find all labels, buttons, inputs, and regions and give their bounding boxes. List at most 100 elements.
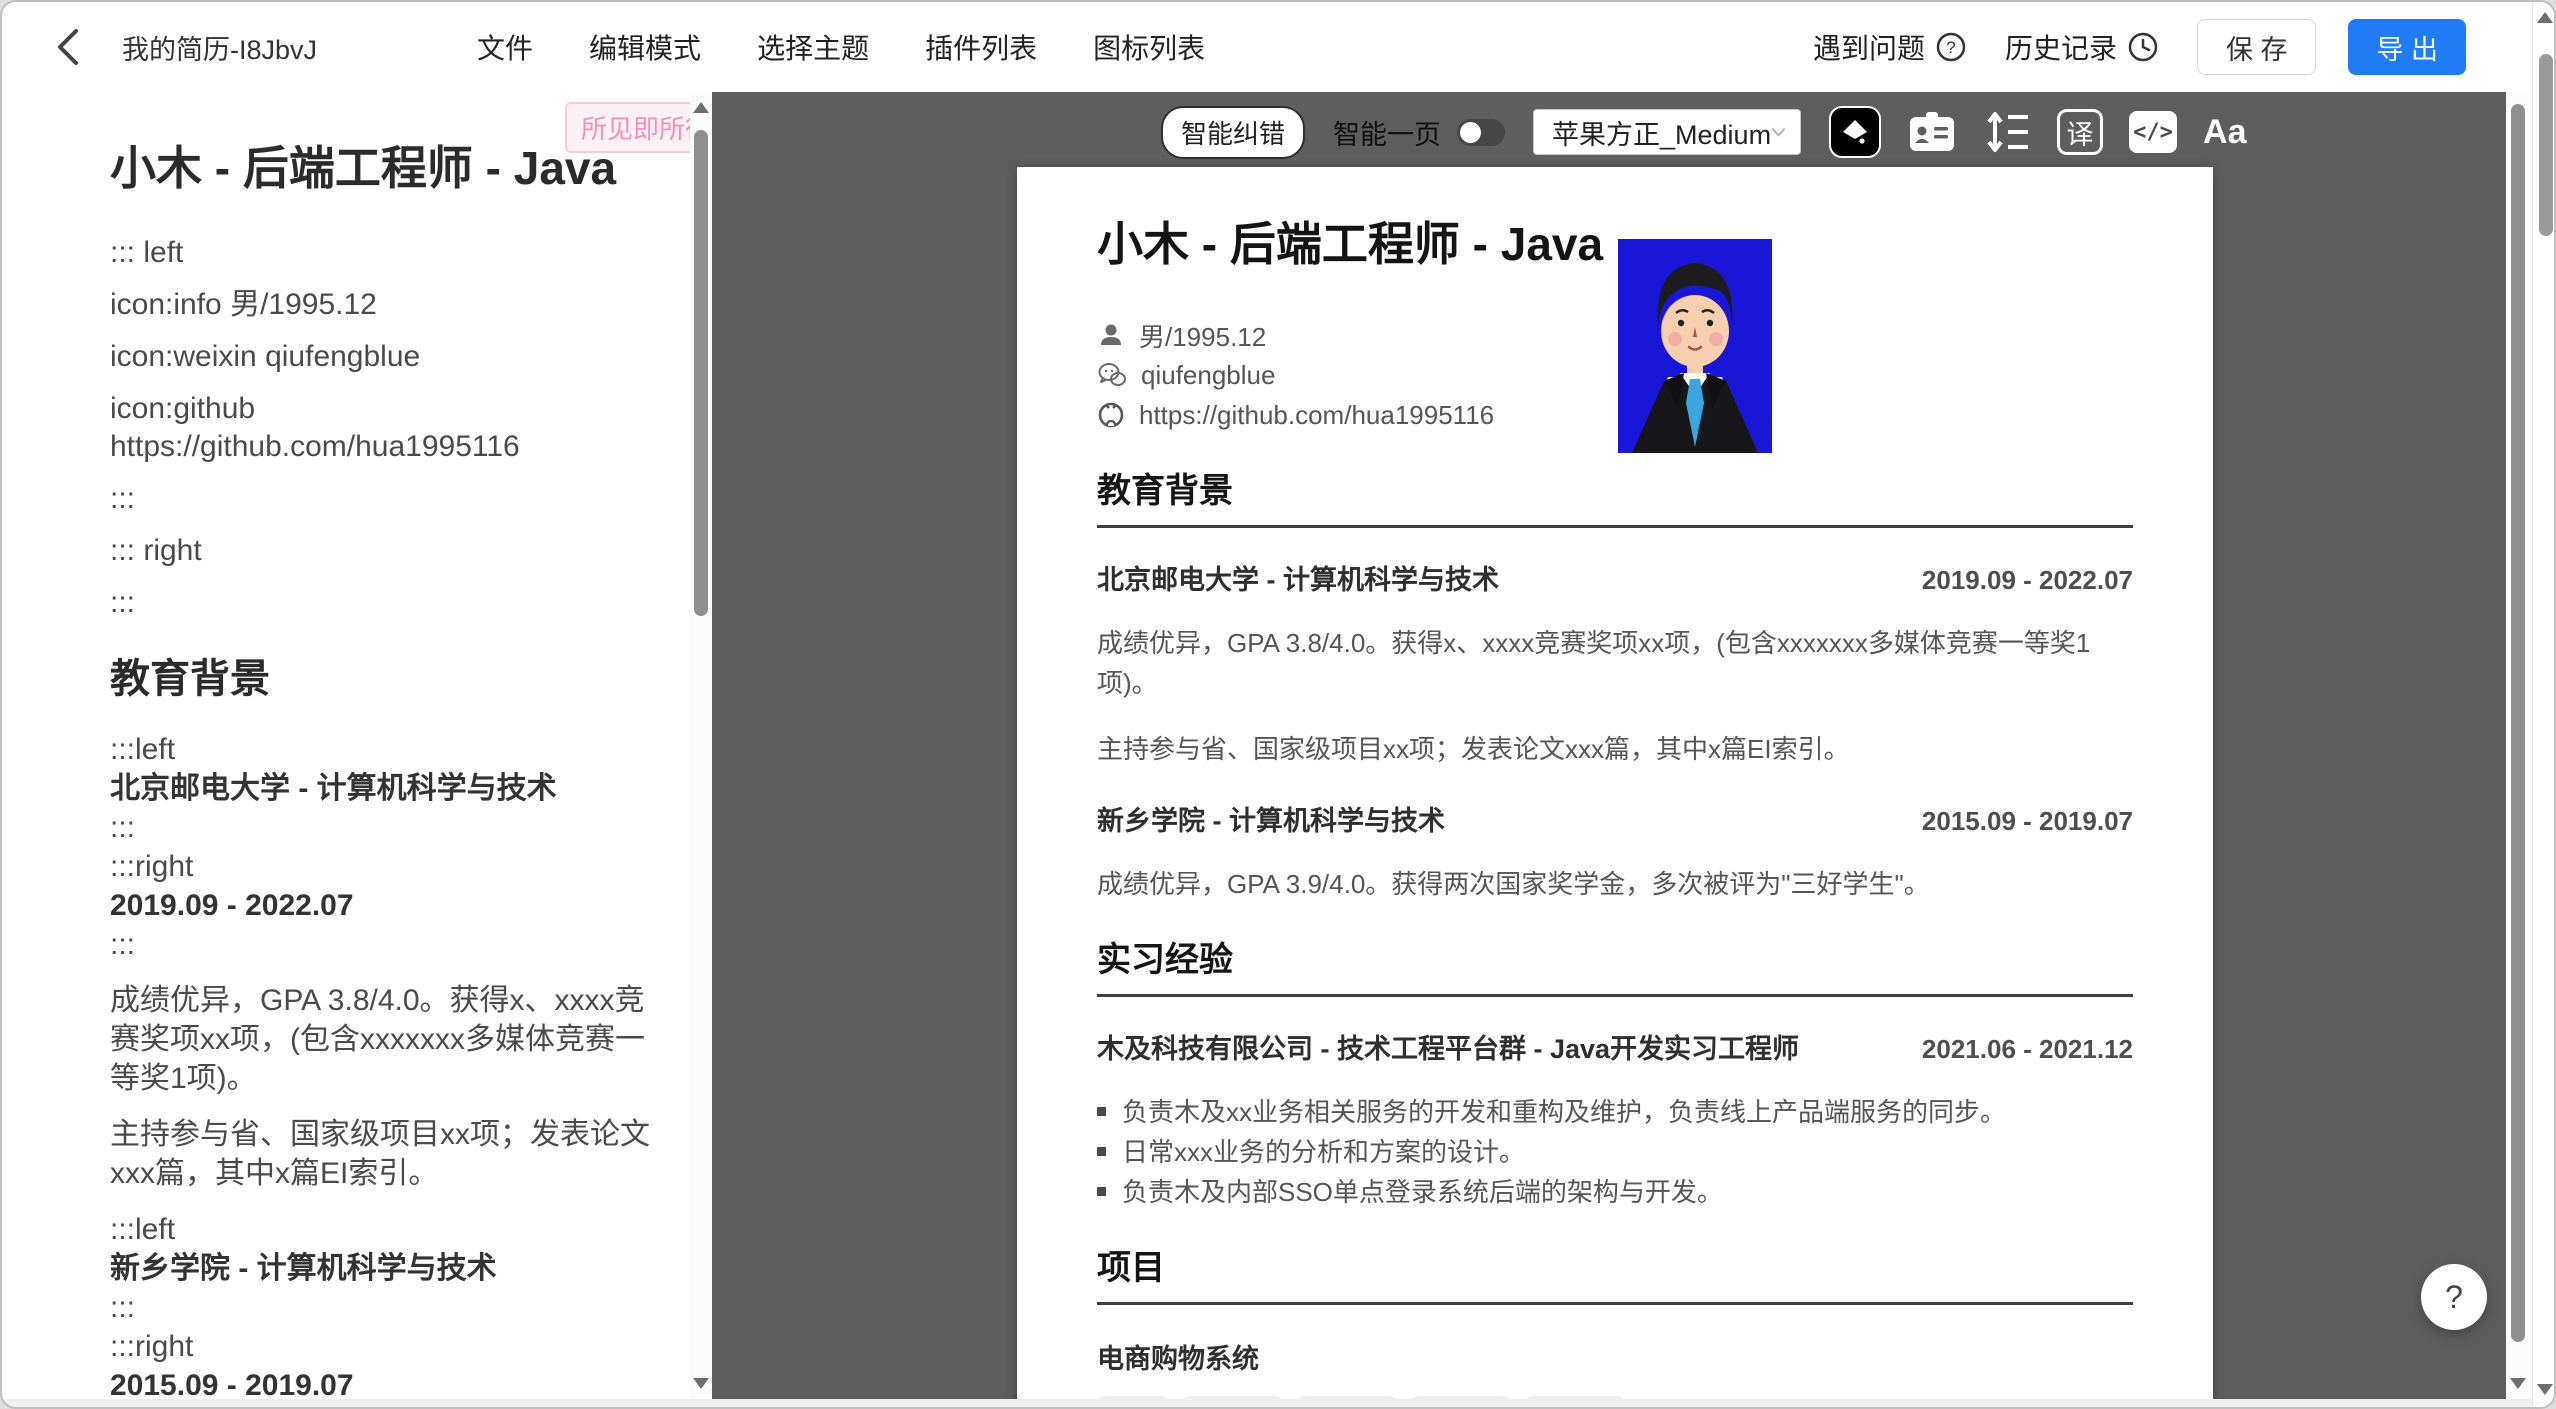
contact-card-icon <box>1907 109 1957 155</box>
editor-line[interactable]: :::left <box>110 730 655 769</box>
topbar-right: 遇到问题 ? 历史记录 保 存 导 出 <box>1813 19 2556 75</box>
autocorrect-button[interactable]: 智能纠错 <box>1161 106 1305 159</box>
square-bullet-icon <box>1097 1147 1106 1156</box>
entry-date: 2015.09 - 2019.07 <box>1922 806 2133 837</box>
menu-item-icons[interactable]: 图标列表 <box>1093 27 1205 67</box>
entry-paragraph: 成绩优异，GPA 3.8/4.0。获得x、xxxx竞赛奖项xx项，(包含xxxx… <box>1097 623 2133 703</box>
editor-line[interactable]: 主持参与省、国家级项目xx项；发表论文xxx篇，其中x篇EI索引。 <box>110 1115 655 1193</box>
scroll-down-icon[interactable] <box>693 1378 709 1389</box>
menu-item-edit-mode[interactable]: 编辑模式 <box>589 27 701 67</box>
preview-scrollbar[interactable] <box>2506 92 2530 1403</box>
editor-line[interactable]: ::: right <box>110 532 655 570</box>
history-label: 历史记录 <box>2005 27 2117 67</box>
editor-line[interactable]: 2019.09 - 2022.07 <box>110 886 655 925</box>
editor-line[interactable]: ::: <box>110 1288 655 1327</box>
help-button[interactable]: ? <box>2421 1264 2487 1330</box>
contact-row: 男/1995.12 <box>1097 315 2133 355</box>
scroll-up-icon[interactable] <box>693 102 709 113</box>
font-select-value: 苹果方正_Medium <box>1552 113 1771 152</box>
window-scrollbar[interactable] <box>2532 2 2556 1409</box>
entry-date: 2021.06 - 2021.12 <box>1922 1034 2133 1065</box>
editor-line[interactable]: ::: <box>110 584 655 622</box>
feedback-link[interactable]: 遇到问题 ? <box>1813 27 1967 67</box>
editor-line[interactable]: 2015.09 - 2019.07 <box>110 1366 655 1403</box>
editor-scrollbar[interactable] <box>690 92 712 1403</box>
entry-paragraph: 成绩优异，GPA 3.9/4.0。获得两次国家奖学金，多次被评为"三好学生"。 <box>1097 864 2133 904</box>
editor-scrollbar-thumb[interactable] <box>694 130 708 616</box>
section-heading: 实习经验 <box>1097 938 2133 997</box>
editor-line[interactable]: icon:info 男/1995.12 <box>110 286 655 324</box>
chevron-left-icon <box>55 27 81 67</box>
bullet-item: 负责木及xx业务相关服务的开发和重构及维护，负责线上产品端服务的同步。 <box>1097 1092 2133 1132</box>
translate-button[interactable]: 译 <box>2057 109 2103 155</box>
onepage-toggle[interactable] <box>1457 119 1505 146</box>
menu-item-plugins[interactable]: 插件列表 <box>925 27 1037 67</box>
translate-icon: 译 <box>2057 109 2103 155</box>
section-education: 教育背景 北京邮电大学 - 计算机科学与技术 2019.09 - 2022.07… <box>1097 469 2133 904</box>
editor-line[interactable]: 成绩优异，GPA 3.8/4.0。获得x、xxxx竞赛奖项xx项，(包含xxxx… <box>110 981 655 1098</box>
editor-line[interactable]: icon:github https://github.com/hua199511… <box>110 390 655 466</box>
section-heading: 教育背景 <box>1097 469 2133 528</box>
contact-text: https://github.com/hua1995116 <box>1139 400 1494 431</box>
resume-contact: 男/1995.12 qiufengblue https://github.com… <box>1097 315 2133 435</box>
onepage-control: 智能一页 <box>1333 113 1505 152</box>
menu-item-theme[interactable]: 选择主题 <box>757 27 869 67</box>
preview-panel: 智能纠错 智能一页 苹果方正_Medium 译 <box>712 92 2506 1403</box>
scroll-down-icon[interactable] <box>2537 1384 2553 1395</box>
back-button[interactable] <box>48 27 88 67</box>
feedback-label: 遇到问题 <box>1813 27 1925 67</box>
export-button[interactable]: 导 出 <box>2348 19 2466 75</box>
editor-line[interactable]: 北京邮电大学 - 计算机科学与技术 <box>110 769 655 808</box>
window-scrollbar-thumb[interactable] <box>2539 54 2553 236</box>
preview-scrollbar-thumb[interactable] <box>2511 104 2525 1342</box>
question-circle-icon: ? <box>1935 31 1967 63</box>
editor-line[interactable]: ::: <box>110 925 655 964</box>
menu-item-file[interactable]: 文件 <box>477 27 533 67</box>
font-icon: Aa <box>2203 113 2246 152</box>
contact-card-button[interactable] <box>1907 109 1957 155</box>
section-projects: 项目 电商购物系统 SSM MySQL Redis Nginx Mycat 项目… <box>1097 1246 2133 1403</box>
editor-line[interactable]: ::: <box>110 808 655 847</box>
internship-entry: 木及科技有限公司 - 技术工程平台群 - Java开发实习工程师 2021.06… <box>1097 1027 2133 1066</box>
font-size-button[interactable]: Aa <box>2203 113 2246 152</box>
history-link[interactable]: 历史记录 <box>2005 27 2159 67</box>
contact-text: qiufengblue <box>1141 360 1275 391</box>
save-button[interactable]: 保 存 <box>2197 19 2317 75</box>
code-icon: </> <box>2129 111 2177 153</box>
entry-title: 新乡学院 - 计算机科学与技术 <box>1097 799 1445 838</box>
editor-line[interactable]: ::: left <box>110 234 655 272</box>
theme-color-button[interactable] <box>1829 106 1881 158</box>
wechat-icon <box>1097 361 1127 389</box>
editor-h2-education[interactable]: 教育背景 <box>110 652 655 706</box>
preview-tool-icons: 译 </> Aa <box>1829 106 2246 158</box>
scroll-down-icon[interactable] <box>2510 1378 2526 1389</box>
document-title: 我的简历-I8JbvJ <box>122 28 317 67</box>
editor-line[interactable]: icon:weixin qiufengblue <box>110 338 655 376</box>
github-icon <box>1097 401 1125 429</box>
line-spacing-button[interactable] <box>1983 110 2031 154</box>
bottom-edge-strip <box>2 1399 2532 1407</box>
bullet-item: 日常xxx业务的分析和方案的设计。 <box>1097 1132 2133 1172</box>
contact-text: 男/1995.12 <box>1139 317 1266 354</box>
svg-text:?: ? <box>1946 38 1955 57</box>
education-entry: 新乡学院 - 计算机科学与技术 2015.09 - 2019.07 <box>1097 799 2133 838</box>
editor-content[interactable]: 小木 - 后端工程师 - Java ::: left icon:info 男/1… <box>110 138 655 1403</box>
education-entry: 北京邮电大学 - 计算机科学与技术 2019.09 - 2022.07 <box>1097 558 2133 597</box>
code-button[interactable]: </> <box>2129 111 2177 153</box>
editor-line[interactable]: :::right <box>110 847 655 886</box>
avatar-photo <box>1618 239 1772 453</box>
resume-title: 小木 - 后端工程师 - Java <box>1097 215 2133 273</box>
line-spacing-icon <box>1983 110 2031 154</box>
markdown-editor[interactable]: 所见即所得模式 小木 - 后端工程师 - Java ::: left icon:… <box>2 92 712 1403</box>
internship-bullets: 负责木及xx业务相关服务的开发和重构及维护，负责线上产品端服务的同步。 日常xx… <box>1097 1092 2133 1212</box>
editor-line[interactable]: ::: <box>110 480 655 518</box>
editor-line[interactable]: 新乡学院 - 计算机科学与技术 <box>110 1249 655 1288</box>
topbar: 我的简历-I8JbvJ 文件 编辑模式 选择主题 插件列表 图标列表 遇到问题 … <box>2 2 2556 92</box>
editor-line[interactable]: :::right <box>110 1327 655 1366</box>
scroll-up-icon[interactable] <box>2537 12 2553 23</box>
chevron-down-icon <box>1771 125 1786 139</box>
editor-line[interactable]: :::left <box>110 1210 655 1249</box>
font-select[interactable]: 苹果方正_Medium <box>1533 109 1801 155</box>
resume-page: 小木 - 后端工程师 - Java 男/1995.12 qiufengblue … <box>1017 167 2213 1403</box>
entry-title: 北京邮电大学 - 计算机科学与技术 <box>1097 558 1499 597</box>
